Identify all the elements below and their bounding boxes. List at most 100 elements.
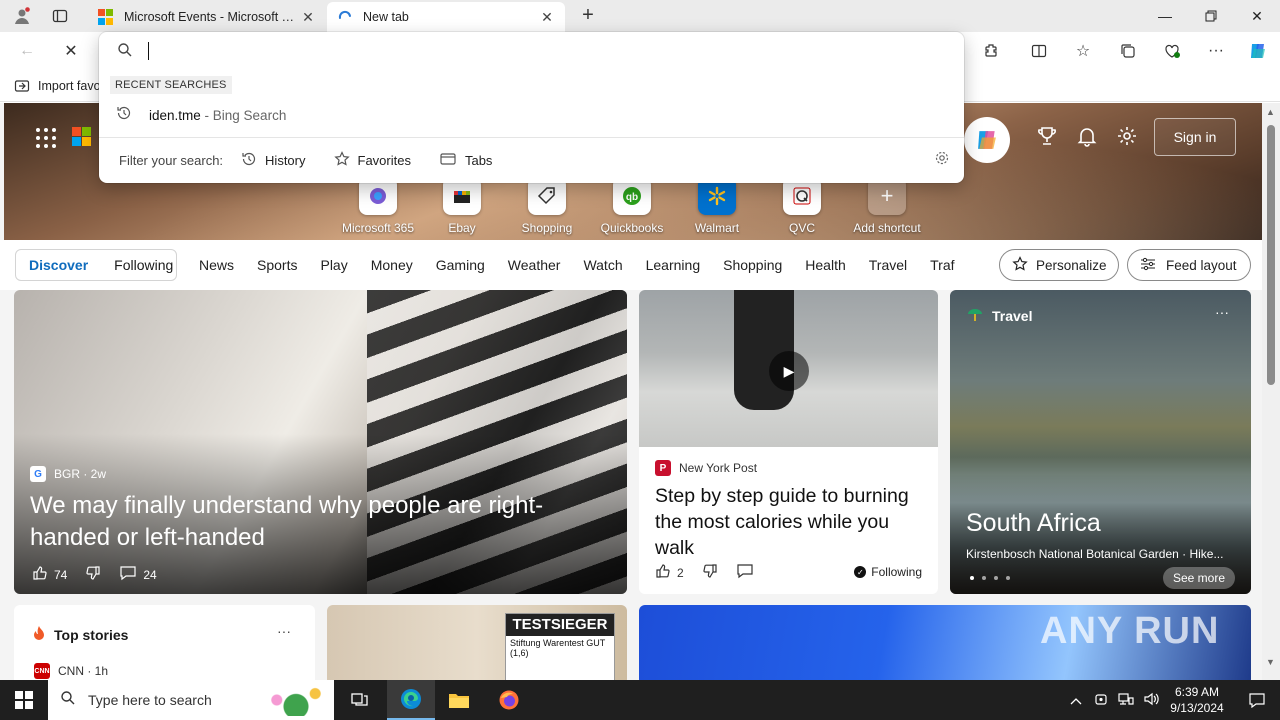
nav-gaming[interactable]: Gaming — [436, 257, 485, 273]
recent-search-item[interactable]: iden.tme - Bing Search — [99, 102, 964, 128]
nav-sports[interactable]: Sports — [257, 257, 297, 273]
volume-icon[interactable] — [1144, 692, 1160, 709]
feed-layout-button[interactable]: Feed layout — [1127, 249, 1251, 281]
restore-icon[interactable] — [1188, 0, 1234, 32]
nav-health[interactable]: Health — [805, 257, 845, 273]
close-tab-icon[interactable]: ✕ — [539, 9, 555, 26]
rewards-trophy-icon[interactable] — [1034, 125, 1060, 151]
shortcut-ebay[interactable]: Ebay — [420, 177, 504, 235]
tab-following[interactable]: Following — [101, 257, 186, 273]
dislike-icon[interactable] — [702, 563, 718, 582]
profile-icon[interactable] — [10, 4, 34, 28]
like-icon[interactable] — [655, 563, 671, 582]
nav-weather[interactable]: Weather — [508, 257, 561, 273]
filter-tabs[interactable]: Tabs — [439, 151, 492, 170]
article-headline[interactable]: Step by step guide to burning the most c… — [655, 483, 925, 561]
search-filter-bar: Filter your search: History Favorites Ta… — [119, 151, 520, 170]
nav-shopping[interactable]: Shopping — [723, 257, 782, 273]
bgr-logo-icon: G — [30, 466, 46, 482]
copilot-icon[interactable] — [1243, 37, 1273, 65]
sign-in-button[interactable]: Sign in — [1154, 118, 1236, 156]
taskbar-clock[interactable]: 6:39 AM 9/13/2024 — [1160, 684, 1234, 716]
network-icon[interactable] — [1118, 692, 1134, 709]
edge-taskbar-icon[interactable] — [387, 680, 435, 720]
system-tray — [1070, 680, 1160, 720]
taskbar-search-box[interactable]: Type here to search — [48, 680, 334, 720]
more-options-icon[interactable]: ··· — [1215, 304, 1229, 320]
scrollbar-thumb[interactable] — [1267, 125, 1275, 385]
carousel-dots[interactable] — [970, 576, 1018, 580]
article-source: G BGR · 2w — [30, 466, 106, 482]
minimize-icon[interactable]: — — [1142, 0, 1188, 32]
article-card-handedness[interactable]: G BGR · 2w We may finally understand why… — [14, 290, 627, 594]
nav-watch[interactable]: Watch — [583, 257, 622, 273]
travel-card[interactable]: Travel ··· South Africa Kirstenbosch Nat… — [950, 290, 1251, 594]
firefox-icon[interactable] — [485, 680, 533, 720]
settings-gear-icon[interactable] — [1114, 125, 1140, 151]
play-video-icon[interactable]: ▶ — [769, 351, 809, 391]
more-options-icon[interactable]: ··· — [277, 623, 291, 639]
nav-traffic[interactable]: Traf — [930, 257, 954, 273]
tab-new-tab[interactable]: New tab ✕ — [327, 2, 565, 32]
browser-essentials-icon[interactable] — [1157, 37, 1187, 65]
add-shortcut-button[interactable]: + Add shortcut — [845, 177, 929, 235]
copilot-button[interactable] — [964, 117, 1010, 163]
comment-icon[interactable] — [736, 563, 754, 582]
collections-icon[interactable] — [1113, 37, 1143, 65]
new-tab-button[interactable]: + — [576, 4, 600, 28]
shortcut-walmart[interactable]: Walmart — [675, 177, 759, 235]
show-hidden-icons-chevron-icon[interactable] — [1070, 693, 1082, 708]
new-york-post-logo-icon: P — [655, 460, 671, 476]
shortcut-shopping[interactable]: Shopping — [505, 177, 589, 235]
app-launcher-icon[interactable] — [36, 128, 56, 148]
shortcut-quickbooks[interactable]: qb Quickbooks — [590, 177, 674, 235]
comment-icon[interactable] — [119, 565, 137, 584]
favorites-star-icon[interactable]: ☆ — [1068, 37, 1098, 65]
testsieger-badge: TESTSIEGER Stiftung Warentest GUT (1,6) — [505, 613, 615, 680]
filter-history[interactable]: History — [241, 151, 306, 170]
clock-time: 6:39 AM — [1174, 685, 1220, 699]
article-card-walking[interactable]: ▶ P New York Post Step by step guide to … — [639, 290, 938, 594]
tab-microsoft-events[interactable]: Microsoft Events - Microsoft Tech ✕ — [88, 2, 326, 32]
history-clock-icon — [116, 105, 132, 125]
vpn-shield-icon[interactable] — [1094, 692, 1108, 709]
file-explorer-icon[interactable] — [435, 680, 483, 720]
more-options-icon[interactable]: ··· — [1201, 37, 1231, 65]
filter-favorites[interactable]: Favorites — [333, 151, 411, 170]
import-label: Import favo — [38, 79, 101, 93]
nav-play[interactable]: Play — [320, 257, 347, 273]
copilot-icon — [978, 131, 996, 149]
address-input[interactable] — [147, 38, 927, 64]
personalize-button[interactable]: Personalize — [999, 249, 1119, 281]
shortcut-qvc[interactable]: QVC — [760, 177, 844, 235]
start-button[interactable] — [0, 680, 48, 720]
close-tab-icon[interactable]: ✕ — [300, 9, 316, 26]
clock-date: 9/13/2024 — [1170, 701, 1224, 715]
task-view-icon[interactable] — [336, 680, 384, 720]
see-more-button[interactable]: See more — [1162, 567, 1235, 589]
notifications-bell-icon[interactable] — [1074, 125, 1100, 151]
product-card[interactable]: TESTSIEGER Stiftung Warentest GUT (1,6) — [327, 605, 627, 680]
extensions-icon[interactable] — [976, 37, 1006, 65]
travel-place[interactable]: South Africa — [966, 509, 1101, 538]
dislike-icon[interactable] — [85, 565, 101, 584]
star-icon — [333, 151, 350, 170]
stop-loading-icon[interactable]: ✕ — [56, 37, 86, 65]
following-indicator[interactable]: ✓ Following — [854, 565, 922, 579]
split-screen-icon[interactable] — [1024, 37, 1054, 65]
shortcut-microsoft-365[interactable]: Microsoft 365 — [336, 177, 420, 235]
notifications-icon[interactable] — [1234, 680, 1280, 720]
tab-actions-icon[interactable] — [48, 4, 72, 28]
close-window-icon[interactable]: ✕ — [1234, 0, 1280, 32]
article-headline[interactable]: We may finally understand why people are… — [30, 490, 587, 554]
page-scrollbar[interactable]: ▲ ▼ — [1262, 103, 1280, 680]
nav-travel[interactable]: Travel — [869, 257, 907, 273]
nav-news[interactable]: News — [199, 257, 234, 273]
tab-discover[interactable]: Discover — [16, 257, 101, 273]
search-settings-gear-icon[interactable] — [934, 150, 950, 170]
import-favorites-link[interactable]: Import favo — [14, 78, 101, 94]
like-icon[interactable] — [32, 565, 48, 584]
back-arrow-icon[interactable]: ← — [12, 37, 42, 65]
nav-learning[interactable]: Learning — [646, 257, 701, 273]
nav-money[interactable]: Money — [371, 257, 413, 273]
